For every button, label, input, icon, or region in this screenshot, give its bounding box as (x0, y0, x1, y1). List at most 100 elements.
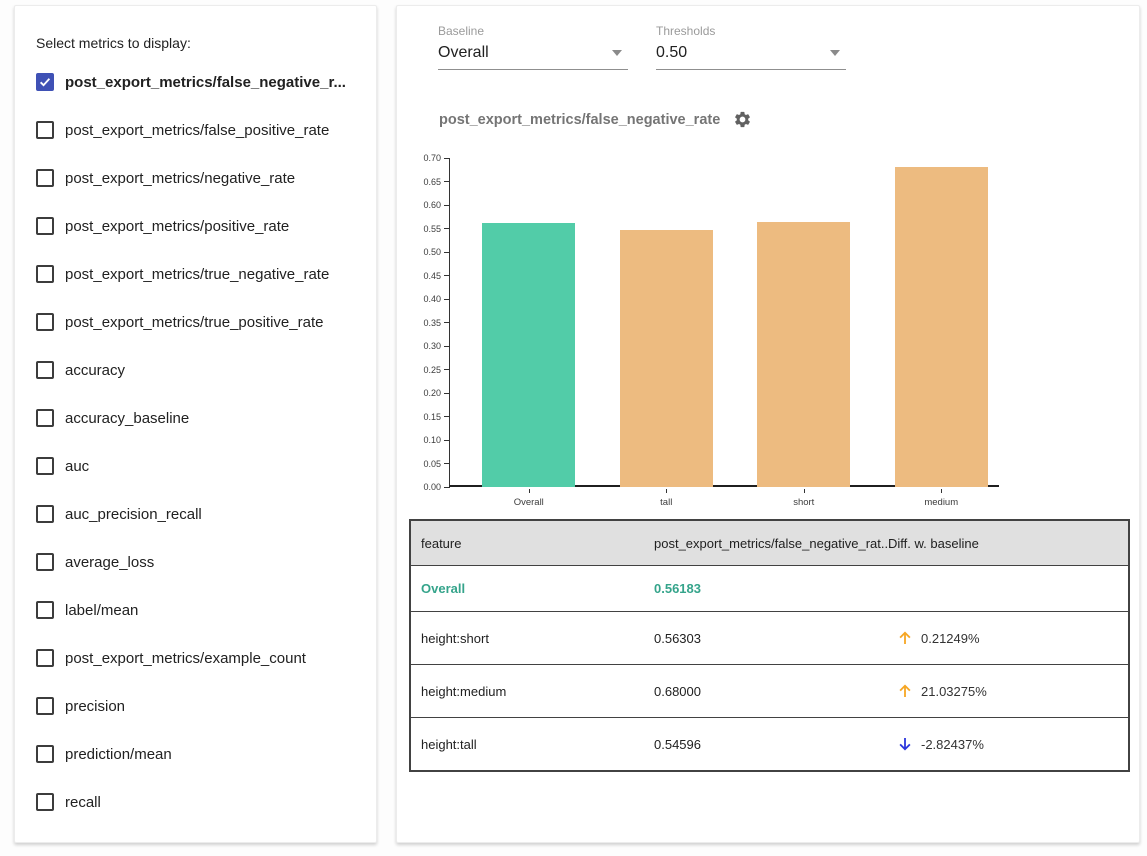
checkbox-unchecked-icon[interactable] (36, 745, 54, 763)
y-axis-tick (444, 228, 450, 229)
x-axis-tick (529, 489, 530, 493)
sidebar-item-auc[interactable]: auc (36, 442, 368, 490)
table-row-height-short: height:short0.563030.21249% (411, 611, 1128, 664)
x-axis-tick (804, 489, 805, 493)
y-axis-label: 0.35 (401, 318, 441, 328)
baseline-label: Baseline (438, 24, 628, 38)
checkbox-unchecked-icon[interactable] (36, 649, 54, 667)
checkbox-unchecked-icon[interactable] (36, 217, 54, 235)
metric-label: prediction/mean (65, 746, 172, 763)
y-axis-label: 0.55 (401, 224, 441, 234)
y-axis-tick (444, 440, 450, 441)
metric-value-cell: 0.68000 (654, 684, 888, 699)
table-row-height-medium: height:medium0.6800021.03275% (411, 664, 1128, 717)
arrow-up-icon (896, 629, 914, 647)
metric-value-cell: 0.56303 (654, 631, 888, 646)
diff-cell: 0.21249% (888, 629, 1128, 647)
sidebar-item-accuracy-baseline[interactable]: accuracy_baseline (36, 394, 368, 442)
y-axis-tick (444, 181, 450, 182)
sidebar-item-precision[interactable]: precision (36, 682, 368, 730)
checkbox-unchecked-icon[interactable] (36, 697, 54, 715)
chart-title: post_export_metrics/false_negative_rate (439, 112, 720, 128)
diff-value: -2.82437% (921, 737, 984, 752)
metric-label: accuracy (65, 362, 125, 379)
y-axis-tick (444, 275, 450, 276)
y-axis-tick (444, 252, 450, 253)
gear-icon[interactable] (733, 110, 752, 129)
feature-cell: Overall (411, 581, 654, 596)
y-axis-label: 0.20 (401, 388, 441, 398)
x-axis-label: medium (881, 497, 1001, 508)
y-axis-label: 0.30 (401, 341, 441, 351)
sidebar-item-average-loss[interactable]: average_loss (36, 538, 368, 586)
checkbox-unchecked-icon[interactable] (36, 553, 54, 571)
y-axis-tick (444, 158, 450, 159)
baseline-select[interactable]: Baseline Overall (438, 24, 628, 70)
sidebar-item-post-export-metrics-false-negative-r-[interactable]: post_export_metrics/false_negative_r... (36, 58, 368, 106)
metric-label: auc (65, 458, 89, 475)
bar-Overall[interactable] (482, 223, 575, 487)
thresholds-label: Thresholds (656, 24, 846, 38)
x-axis-label: short (744, 497, 864, 508)
y-axis-label: 0.50 (401, 247, 441, 257)
checkbox-unchecked-icon[interactable] (36, 793, 54, 811)
x-axis-label: Overall (469, 497, 589, 508)
bar-tall[interactable] (620, 230, 713, 487)
metrics-table: feature post_export_metrics/false_negati… (409, 519, 1130, 772)
y-axis-label: 0.00 (401, 482, 441, 492)
y-axis-tick (444, 369, 450, 370)
bar-chart: 0.000.050.100.150.200.250.300.350.400.45… (449, 158, 999, 487)
sidebar-item-accuracy[interactable]: accuracy (36, 346, 368, 394)
sidebar-item-auc-precision-recall[interactable]: auc_precision_recall (36, 490, 368, 538)
sidebar-item-label-mean[interactable]: label/mean (36, 586, 368, 634)
sidebar-item-post-export-metrics-example-count[interactable]: post_export_metrics/example_count (36, 634, 368, 682)
y-axis-label: 0.15 (401, 412, 441, 422)
sidebar-item-post-export-metrics-false-positive-rate[interactable]: post_export_metrics/false_positive_rate (36, 106, 368, 154)
bar-short[interactable] (757, 222, 850, 487)
checkbox-unchecked-icon[interactable] (36, 265, 54, 283)
diff-value: 21.03275% (921, 684, 987, 699)
checkbox-unchecked-icon[interactable] (36, 601, 54, 619)
metrics-display-panel: Baseline Overall Thresholds 0.50 post_ex… (396, 5, 1140, 843)
thresholds-value[interactable]: 0.50 (656, 38, 846, 70)
y-axis-label: 0.70 (401, 153, 441, 163)
y-axis-tick (444, 393, 450, 394)
checkbox-unchecked-icon[interactable] (36, 457, 54, 475)
feature-cell: height:tall (411, 737, 654, 752)
arrow-down-icon (896, 735, 914, 753)
sidebar-item-recall[interactable]: recall (36, 778, 368, 826)
y-axis-label: 0.40 (401, 294, 441, 304)
chevron-down-icon (830, 50, 840, 56)
metric-select-panel: Select metrics to display: post_export_m… (14, 5, 377, 843)
metric-label: post_export_metrics/true_negative_rate (65, 266, 329, 283)
chevron-down-icon (612, 50, 622, 56)
metric-label: accuracy_baseline (65, 410, 189, 427)
baseline-value[interactable]: Overall (438, 38, 628, 70)
sidebar-item-post-export-metrics-true-positive-rate[interactable]: post_export_metrics/true_positive_rate (36, 298, 368, 346)
checkbox-unchecked-icon[interactable] (36, 169, 54, 187)
checkbox-unchecked-icon[interactable] (36, 505, 54, 523)
sidebar-item-post-export-metrics-negative-rate[interactable]: post_export_metrics/negative_rate (36, 154, 368, 202)
metric-label: post_export_metrics/true_positive_rate (65, 314, 323, 331)
y-axis-label: 0.65 (401, 177, 441, 187)
metric-select-title: Select metrics to display: (36, 35, 191, 51)
bar-medium[interactable] (895, 167, 988, 487)
metric-label: post_export_metrics/example_count (65, 650, 306, 667)
thresholds-select[interactable]: Thresholds 0.50 (656, 24, 846, 70)
metric-list: post_export_metrics/false_negative_r...p… (36, 58, 368, 826)
checkbox-unchecked-icon[interactable] (36, 409, 54, 427)
metric-label: precision (65, 698, 125, 715)
metric-label: post_export_metrics/positive_rate (65, 218, 289, 235)
col-header-feature: feature (411, 536, 654, 551)
metric-label: post_export_metrics/negative_rate (65, 170, 295, 187)
metric-value-cell: 0.56183 (654, 581, 888, 596)
checkbox-unchecked-icon[interactable] (36, 121, 54, 139)
sidebar-item-prediction-mean[interactable]: prediction/mean (36, 730, 368, 778)
sidebar-item-post-export-metrics-true-negative-rate[interactable]: post_export_metrics/true_negative_rate (36, 250, 368, 298)
checkbox-unchecked-icon[interactable] (36, 313, 54, 331)
table-row-height-tall: height:tall0.54596-2.82437% (411, 717, 1128, 770)
checkbox-unchecked-icon[interactable] (36, 361, 54, 379)
sidebar-item-post-export-metrics-positive-rate[interactable]: post_export_metrics/positive_rate (36, 202, 368, 250)
checkbox-checked-icon[interactable] (36, 73, 54, 91)
feature-cell: height:short (411, 631, 654, 646)
